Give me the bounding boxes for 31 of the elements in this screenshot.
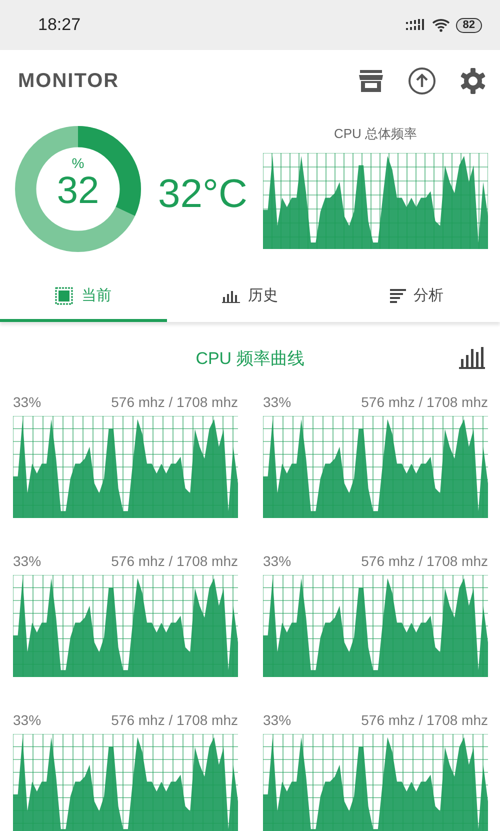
temperature-value: 32°C <box>158 172 248 217</box>
core-frequency: 576 mhz / 1708 mhz <box>111 712 238 728</box>
tab[interactable]: 分析 <box>333 272 500 322</box>
core-frequency: 576 mhz / 1708 mhz <box>111 553 238 569</box>
app-title: MONITOR <box>18 70 120 92</box>
usage-value: 32 <box>56 170 100 212</box>
core-usage: 33% <box>263 394 292 410</box>
core-usage: 33% <box>263 553 292 569</box>
bar-chart-icon[interactable] <box>459 347 485 369</box>
core-usage: 33% <box>13 712 42 728</box>
core-usage: 33% <box>13 394 42 410</box>
core-usage: 33% <box>263 712 292 728</box>
status-time: 18:27 <box>38 15 81 35</box>
upload-icon[interactable] <box>408 67 436 95</box>
bar-chart-icon <box>222 288 240 302</box>
core-frequency: 576 mhz / 1708 mhz <box>361 394 488 410</box>
wifi-icon <box>432 18 450 32</box>
tab[interactable]: 历史 <box>166 272 334 322</box>
battery-indicator: 82 <box>456 18 482 32</box>
store-icon[interactable] <box>358 69 384 93</box>
core-frequency: 576 mhz / 1708 mhz <box>361 712 488 728</box>
core-frequency: 576 mhz / 1708 mhz <box>361 553 488 569</box>
section-title: CPU 频率曲线 <box>196 348 304 370</box>
core-usage: 33% <box>13 553 42 569</box>
chip-icon <box>55 286 74 304</box>
sort-lines-icon <box>390 288 406 302</box>
settings-icon[interactable] <box>460 68 486 94</box>
core-frequency: 576 mhz / 1708 mhz <box>111 394 238 410</box>
chart-title: CPU 总体频率 <box>334 125 418 143</box>
signal-icon <box>406 19 426 31</box>
usage-unit: % <box>72 156 84 170</box>
